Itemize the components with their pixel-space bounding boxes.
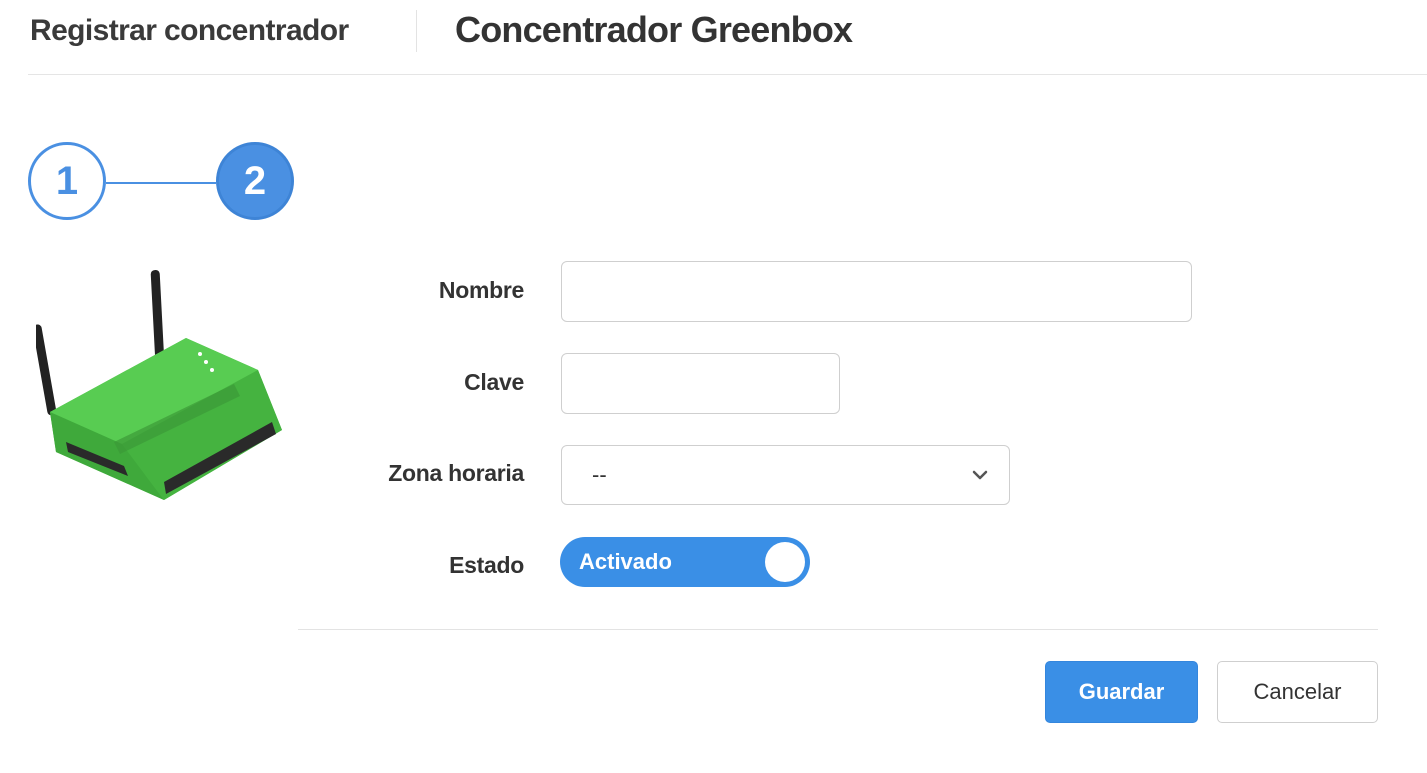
- estado-label: Estado: [449, 552, 524, 578]
- step-1-label: 1: [55, 158, 79, 203]
- zona-horaria-select[interactable]: --: [561, 445, 1010, 505]
- page-title: Concentrador Greenbox: [455, 9, 853, 50]
- step-2-active: 2: [216, 142, 294, 220]
- breadcrumb[interactable]: Registrar concentrador: [30, 14, 349, 48]
- stepper: 1 2: [28, 142, 298, 226]
- cancel-button[interactable]: Cancelar: [1217, 661, 1378, 723]
- clave-input[interactable]: [561, 353, 840, 414]
- header-divider: [28, 74, 1427, 75]
- toggle-knob: [765, 542, 805, 582]
- zona-horaria-label: Zona horaria: [388, 460, 524, 486]
- form-divider: [298, 629, 1378, 630]
- chevron-down-icon: [969, 464, 991, 486]
- save-button[interactable]: Guardar: [1045, 661, 1198, 723]
- step-connector: [106, 182, 216, 184]
- router-device-image: [32, 262, 288, 532]
- step-2-label: 2: [243, 158, 267, 203]
- page-header: Registrar concentrador Concentrador Gree…: [0, 0, 1427, 75]
- estado-toggle-label: Activado: [579, 549, 672, 574]
- clave-label: Clave: [464, 369, 524, 395]
- nombre-label: Nombre: [438, 277, 524, 303]
- header-separator: [416, 10, 417, 52]
- nombre-input[interactable]: [561, 261, 1192, 322]
- estado-toggle[interactable]: Activado: [560, 537, 810, 587]
- zona-horaria-value: --: [592, 462, 607, 487]
- step-1[interactable]: 1: [28, 142, 106, 220]
